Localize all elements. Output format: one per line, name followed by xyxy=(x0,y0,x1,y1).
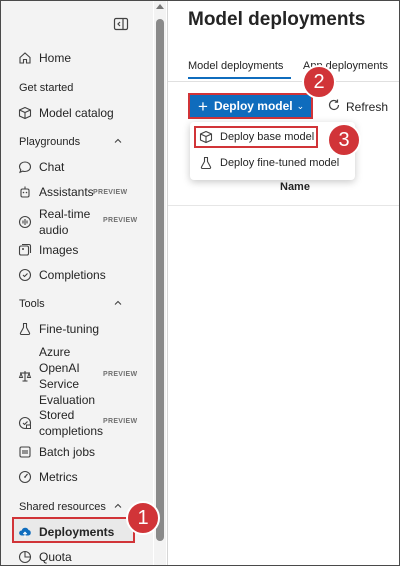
refresh-icon xyxy=(327,98,341,115)
sidebar-item-label: Completions xyxy=(39,268,106,282)
callout-badge-2: 2 xyxy=(302,65,336,99)
sidebar-item-realtime-audio[interactable]: Real-time audio xyxy=(17,206,101,238)
stored-completions-icon xyxy=(17,415,33,431)
page-title: Model deployments xyxy=(188,9,366,30)
sidebar-item-label: Evaluation xyxy=(39,393,96,407)
deploy-model-button[interactable]: + Deploy model ⌄ xyxy=(188,93,313,119)
sidebar-item-home[interactable]: Home xyxy=(17,50,71,66)
cube-icon xyxy=(17,105,33,121)
column-header-name[interactable]: Name xyxy=(280,181,310,193)
section-playgrounds: Playgrounds xyxy=(19,136,81,148)
scroll-thumb[interactable] xyxy=(156,19,164,541)
menu-item-deploy-base-model[interactable]: Deploy base model xyxy=(198,129,314,145)
sidebar-item-quota[interactable]: Quota xyxy=(17,549,72,565)
sidebar-item-label: Assistants xyxy=(39,185,94,199)
chevron-up-icon[interactable] xyxy=(114,502,122,510)
collapse-sidebar-icon[interactable] xyxy=(113,17,129,31)
gauge-icon xyxy=(17,469,33,485)
quota-icon xyxy=(17,549,33,565)
sidebar-item-deployments[interactable]: Deployments xyxy=(17,524,114,540)
sidebar-scrollbar[interactable] xyxy=(154,1,166,565)
sidebar: Home Get started Model catalog Playgroun… xyxy=(1,1,153,565)
menu-item-label: Deploy base model xyxy=(220,131,315,143)
tabs-divider xyxy=(168,81,399,82)
chat-icon xyxy=(17,159,33,175)
completions-icon xyxy=(17,267,33,283)
chevron-down-icon: ⌄ xyxy=(296,100,305,111)
sidebar-item-label: completions xyxy=(39,424,104,438)
sidebar-item-chat[interactable]: Chat xyxy=(17,159,64,175)
menu-item-deploy-fine-tuned-model[interactable]: Deploy fine-tuned model xyxy=(198,155,339,171)
scale-icon xyxy=(17,368,33,384)
flask-icon xyxy=(17,321,33,337)
chevron-up-icon[interactable] xyxy=(114,299,122,307)
active-tab-indicator xyxy=(188,77,291,79)
section-get-started: Get started xyxy=(19,82,74,94)
sidebar-item-label: Batch jobs xyxy=(39,445,96,459)
sidebar-item-model-catalog[interactable]: Model catalog xyxy=(17,105,114,121)
sidebar-item-aoai-evaluation[interactable]: Azure OpenAI Service Evaluation xyxy=(17,344,101,408)
home-icon xyxy=(17,50,33,66)
callout-badge-1: 1 xyxy=(126,501,160,535)
sidebar-item-label: Home xyxy=(39,51,72,65)
cube-icon xyxy=(198,129,214,145)
preview-badge: PREVIEW xyxy=(103,418,138,425)
chevron-up-icon[interactable] xyxy=(114,137,122,145)
sidebar-item-fine-tuning[interactable]: Fine-tuning xyxy=(17,321,99,337)
sidebar-item-metrics[interactable]: Metrics xyxy=(17,469,78,485)
divider xyxy=(167,1,168,565)
sidebar-item-label: Azure xyxy=(39,345,71,359)
deploy-model-label: Deploy model xyxy=(213,99,293,113)
sidebar-item-label: Service xyxy=(39,377,80,391)
sidebar-item-batch-jobs[interactable]: Batch jobs xyxy=(17,444,95,460)
sidebar-item-label: Fine-tuning xyxy=(39,322,100,336)
sidebar-item-label: Images xyxy=(39,243,79,257)
sidebar-item-label: OpenAI xyxy=(39,361,80,375)
sidebar-item-label: audio xyxy=(39,223,69,237)
assistant-icon xyxy=(17,184,33,200)
cloud-deploy-icon xyxy=(17,524,33,540)
section-tools: Tools xyxy=(19,298,45,310)
flask-icon xyxy=(198,155,214,171)
plus-icon: + xyxy=(198,96,208,116)
sidebar-item-assistants[interactable]: Assistants xyxy=(17,184,94,200)
sidebar-item-label: Quota xyxy=(39,550,72,564)
sidebar-item-completions[interactable]: Completions xyxy=(17,267,106,283)
preview-badge: PREVIEW xyxy=(103,217,138,224)
sidebar-item-stored-completions[interactable]: Stored completions xyxy=(17,407,104,439)
menu-item-label: Deploy fine-tuned model xyxy=(220,157,340,169)
section-shared-resources: Shared resources xyxy=(19,501,106,513)
scroll-up-icon[interactable] xyxy=(156,4,164,9)
sidebar-item-label: Stored xyxy=(39,408,75,422)
preview-badge: PREVIEW xyxy=(93,189,128,196)
audio-icon xyxy=(17,214,33,230)
tab-model-deployments[interactable]: Model deployments xyxy=(188,60,283,72)
sidebar-item-label: Metrics xyxy=(39,470,78,484)
refresh-button[interactable]: Refresh xyxy=(327,98,388,115)
sidebar-item-label: Real-time xyxy=(39,207,91,221)
refresh-label: Refresh xyxy=(346,99,389,114)
preview-badge: PREVIEW xyxy=(103,371,138,378)
callout-badge-3: 3 xyxy=(327,123,361,157)
sidebar-item-label: Model catalog xyxy=(39,106,114,120)
app-window: Home Get started Model catalog Playgroun… xyxy=(0,0,400,566)
table-divider xyxy=(168,205,399,206)
images-icon xyxy=(17,242,33,258)
sidebar-item-label: Chat xyxy=(39,160,65,174)
sidebar-item-label: Deployments xyxy=(39,525,115,539)
batch-icon xyxy=(17,444,33,460)
sidebar-item-images[interactable]: Images xyxy=(17,242,78,258)
